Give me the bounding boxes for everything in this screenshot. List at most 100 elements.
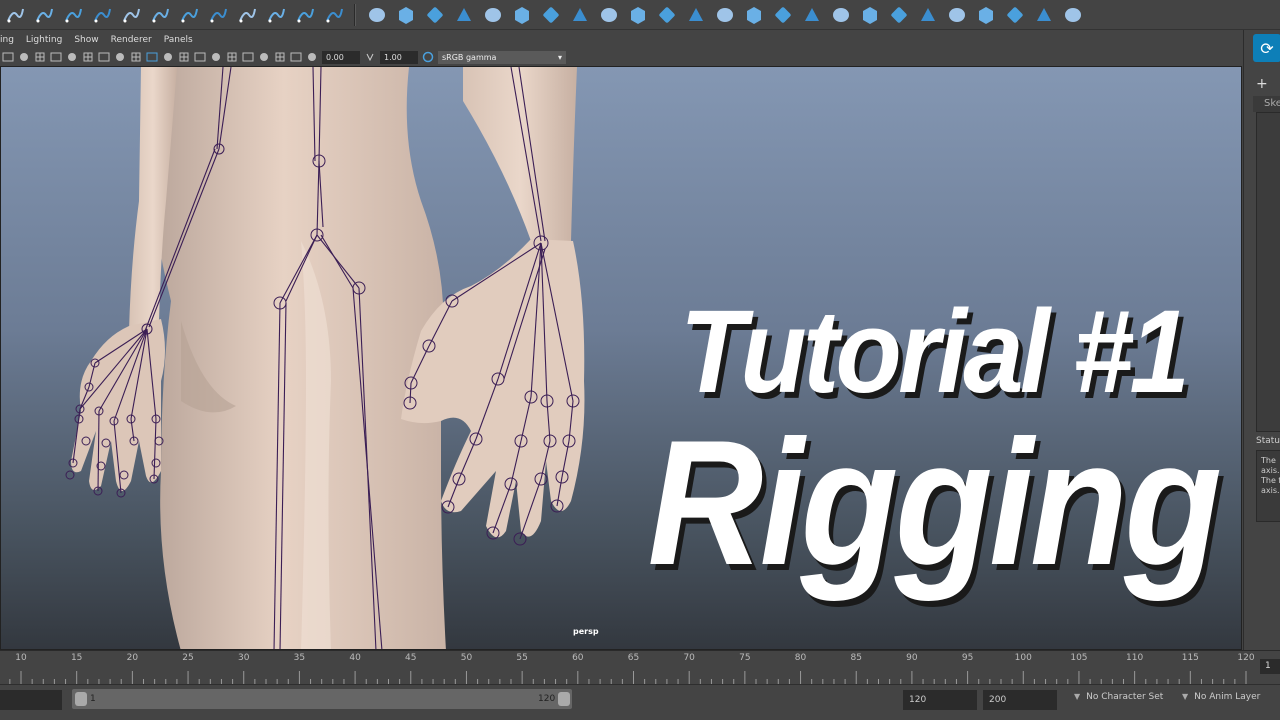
curve-ep-icon[interactable] (33, 4, 55, 26)
menu-renderer[interactable]: Renderer (111, 35, 152, 45)
anim-layer-dropdown[interactable]: ▼ No Anim Layer (1182, 692, 1260, 702)
time-tick-label: 40 (349, 653, 361, 663)
safe-title-icon[interactable] (98, 51, 111, 64)
cube-icon[interactable] (395, 4, 417, 26)
depth-of-field-icon[interactable] (242, 51, 255, 64)
range-start-label: 1 (90, 694, 96, 704)
circle-arc-icon[interactable] (207, 4, 229, 26)
anti-alias-icon[interactable] (226, 51, 239, 64)
status-line: axis. (1261, 466, 1280, 475)
exposure-field[interactable]: 0.00 (322, 50, 360, 64)
gamma-icon (364, 51, 377, 64)
revolve-icon[interactable] (540, 4, 562, 26)
xray-icon[interactable] (274, 51, 287, 64)
detach-icon[interactable] (946, 4, 968, 26)
rebuild-icon[interactable] (975, 4, 997, 26)
boundary-icon[interactable] (685, 4, 707, 26)
loft-icon[interactable] (569, 4, 591, 26)
menu-lighting-partial[interactable]: ing (0, 35, 14, 45)
extrude-icon[interactable] (598, 4, 620, 26)
smooth-shade-icon[interactable] (130, 51, 143, 64)
chevron-down-icon: ▼ (1182, 692, 1189, 701)
color-space-label: sRGB gamma (442, 52, 497, 62)
curve-cv-icon[interactable] (4, 4, 26, 26)
time-tick-label: 80 (794, 653, 807, 663)
insert-isoparm-icon[interactable] (1004, 4, 1026, 26)
color-space-dropdown[interactable]: sRGB gamma ▾ (438, 50, 566, 64)
planar-icon[interactable] (627, 4, 649, 26)
square-surface-icon[interactable] (714, 4, 736, 26)
attach-icon[interactable] (917, 4, 939, 26)
plane-icon[interactable] (482, 4, 504, 26)
untrim-icon[interactable] (888, 4, 910, 26)
title-line-rigging: Rigging (647, 403, 1223, 602)
time-tick-label: 120 (1237, 653, 1255, 663)
max-time-field[interactable]: 200 (983, 690, 1057, 710)
bevel-icon[interactable] (743, 4, 765, 26)
gate-mask-icon[interactable] (50, 51, 63, 64)
field-chart-icon[interactable] (66, 51, 79, 64)
shadows-icon[interactable] (178, 51, 191, 64)
cone-icon[interactable] (453, 4, 475, 26)
panel-menu-bar: ing Lighting Show Renderer Panels (0, 32, 1243, 48)
arc-icon[interactable] (91, 4, 113, 26)
time-tick-label: 60 (572, 653, 584, 663)
text-curve-icon[interactable] (294, 4, 316, 26)
chevron-down-icon: ▼ (1074, 692, 1081, 701)
range-slider[interactable]: 1 120 (72, 689, 572, 709)
motion-blur-icon[interactable] (210, 51, 223, 64)
sphere-icon[interactable] (366, 4, 388, 26)
menu-show[interactable]: Show (74, 35, 98, 45)
curve-edit-icon[interactable] (236, 4, 258, 26)
backface-icon[interactable] (306, 51, 319, 64)
spiral-icon[interactable] (120, 4, 142, 26)
viewport-persp[interactable]: Tutorial #1 Rigging persp (0, 66, 1242, 650)
ambient-occlusion-icon[interactable] (194, 51, 207, 64)
use-lights-icon[interactable] (162, 51, 175, 64)
fillet-icon[interactable] (772, 4, 794, 26)
logo-icon[interactable]: ⟳ (1253, 34, 1280, 62)
birail-icon[interactable] (656, 4, 678, 26)
current-frame-field[interactable]: 1 (1260, 659, 1280, 674)
curve-tool-icon[interactable] (178, 4, 200, 26)
curve-snap-icon[interactable] (265, 4, 287, 26)
wireframe-icon[interactable] (114, 51, 127, 64)
safe-action-icon[interactable] (82, 51, 95, 64)
time-tick-label: 100 (1014, 653, 1032, 663)
time-tick-label: 95 (961, 653, 974, 663)
end-time-field[interactable]: 120 (903, 690, 977, 710)
isolate-icon[interactable] (258, 51, 271, 64)
character-set-label: No Character Set (1086, 692, 1164, 702)
xray-joints-icon[interactable] (290, 51, 303, 64)
shelf-toolbar (0, 0, 1280, 30)
trim-icon[interactable] (859, 4, 881, 26)
cylinder-icon[interactable] (424, 4, 446, 26)
time-slider[interactable]: 10 15 20 25 30 35 40 45 50 55 60 65 70 75 80 85 90 95 100 1… (0, 650, 1280, 685)
grid-icon[interactable] (2, 51, 15, 64)
time-tick-label: 85 (850, 653, 862, 663)
range-start-handle[interactable] (75, 692, 87, 706)
film-gate-icon[interactable] (18, 51, 31, 64)
project-curve-icon[interactable] (1033, 4, 1055, 26)
add-icon[interactable]: + (1256, 76, 1268, 92)
intersect-icon[interactable] (830, 4, 852, 26)
resolution-gate-icon[interactable] (34, 51, 47, 64)
curve-offset-icon[interactable] (323, 4, 345, 26)
sculpt-icon[interactable] (1062, 4, 1084, 26)
gamma-field[interactable]: 1.00 (380, 50, 418, 64)
camera-name-label: persp (573, 627, 599, 636)
menu-panels[interactable]: Panels (164, 35, 193, 45)
bezier-icon[interactable] (149, 4, 171, 26)
color-management-icon[interactable] (422, 51, 435, 64)
character-set-dropdown[interactable]: ▼ No Character Set (1074, 692, 1163, 702)
start-time-field[interactable] (0, 690, 62, 710)
range-end-handle[interactable] (558, 692, 570, 706)
torus-icon[interactable] (511, 4, 533, 26)
menu-lighting[interactable]: Lighting (26, 35, 62, 45)
pencil-curve-icon[interactable] (62, 4, 84, 26)
status-label: Status (1256, 436, 1280, 446)
stitch-icon[interactable] (801, 4, 823, 26)
tab-skeleton[interactable]: Ske (1253, 96, 1280, 112)
time-tick-label: 115 (1181, 653, 1199, 663)
textured-icon[interactable] (146, 51, 159, 64)
